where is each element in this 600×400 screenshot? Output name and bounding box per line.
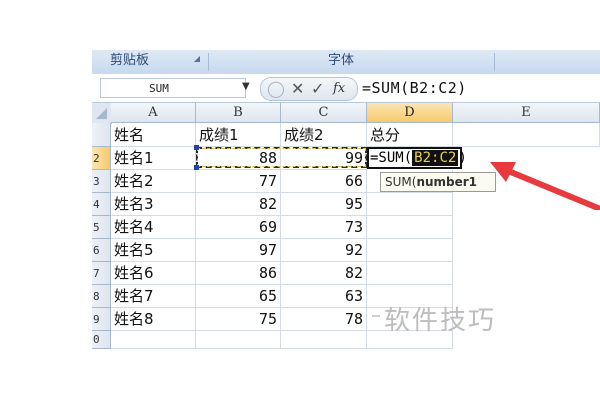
empty-cell[interactable] bbox=[281, 331, 367, 349]
active-cell-d2[interactable]: =SUM(B2:C2) bbox=[367, 147, 467, 169]
empty-cell[interactable] bbox=[111, 331, 196, 349]
score2-cell[interactable]: 73 bbox=[281, 216, 367, 239]
name-cell[interactable]: 姓名4 bbox=[111, 216, 196, 239]
ribbon-separator bbox=[494, 53, 495, 71]
name-cell[interactable]: 姓名3 bbox=[111, 193, 196, 216]
name-cell[interactable]: 姓名2 bbox=[111, 170, 196, 193]
formula-range-reference: B2:C2 bbox=[412, 150, 459, 166]
name-cell[interactable]: 姓名5 bbox=[111, 239, 196, 262]
cell-c1[interactable]: 成绩2 bbox=[281, 123, 367, 147]
total-cell[interactable] bbox=[367, 262, 453, 285]
reference-range-highlight bbox=[196, 147, 367, 168]
score2-cell[interactable]: 95 bbox=[281, 193, 367, 216]
score1-cell[interactable]: 65 bbox=[196, 285, 281, 308]
cell-d1[interactable]: 总分 bbox=[367, 123, 453, 147]
annotation-arrow-icon bbox=[490, 162, 600, 210]
score1-cell[interactable]: 69 bbox=[196, 216, 281, 239]
row-header[interactable] bbox=[92, 123, 111, 147]
ribbon-group-font[interactable]: 字体 bbox=[328, 50, 354, 74]
enter-check-icon[interactable]: ✓ bbox=[311, 78, 324, 100]
watermark-dash bbox=[372, 315, 380, 317]
cancel-icon[interactable]: ✕ bbox=[291, 78, 304, 100]
total-cell[interactable] bbox=[367, 216, 453, 239]
row-header[interactable]: 6 bbox=[92, 239, 111, 262]
chevron-down-icon[interactable]: ▼ bbox=[242, 81, 250, 92]
row-header[interactable]: 7 bbox=[92, 262, 111, 285]
name-cell[interactable]: 姓名8 bbox=[111, 308, 196, 331]
row-header[interactable]: 2 bbox=[92, 147, 111, 170]
row-header[interactable]: 0 bbox=[92, 331, 111, 349]
row-header[interactable]: 4 bbox=[92, 193, 111, 216]
ribbon-group-strip: 剪贴板 ◢ 字体 bbox=[92, 50, 600, 75]
score1-cell[interactable]: 77 bbox=[196, 170, 281, 193]
ribbon-separator bbox=[208, 53, 209, 71]
circle-icon: ◯ bbox=[267, 79, 285, 98]
name-cell[interactable]: 姓名7 bbox=[111, 285, 196, 308]
formula-buttons: ◯ ✕ ✓ fx bbox=[260, 77, 358, 101]
score1-cell[interactable]: 75 bbox=[196, 308, 281, 331]
total-cell[interactable] bbox=[367, 193, 453, 216]
range-handle[interactable] bbox=[194, 165, 199, 170]
range-handle[interactable] bbox=[194, 145, 199, 150]
insert-function-icon[interactable]: fx bbox=[333, 78, 345, 100]
row-header[interactable]: 8 bbox=[92, 285, 111, 308]
ribbon-group-clipboard[interactable]: 剪贴板 bbox=[110, 50, 149, 74]
score2-cell[interactable]: 63 bbox=[281, 285, 367, 308]
row-header[interactable]: 5 bbox=[92, 216, 111, 239]
score1-cell[interactable]: 97 bbox=[196, 239, 281, 262]
cell-e1[interactable] bbox=[453, 123, 600, 147]
score2-cell[interactable]: 82 bbox=[281, 262, 367, 285]
column-header-a[interactable]: A bbox=[111, 103, 196, 123]
name-cell[interactable]: 姓名6 bbox=[111, 262, 196, 285]
formula-suffix: ) bbox=[458, 150, 467, 166]
column-header-e[interactable]: E bbox=[453, 103, 600, 123]
dialog-launcher-icon[interactable]: ◢ bbox=[192, 54, 202, 64]
formula-input[interactable]: =SUM(B2:C2) bbox=[362, 79, 467, 97]
name-box[interactable]: SUM bbox=[100, 78, 246, 98]
tooltip-function: SUM( bbox=[385, 175, 417, 189]
formula-prefix: =SUM( bbox=[370, 150, 413, 166]
column-header-d[interactable]: D bbox=[367, 103, 453, 123]
formula-bar: SUM ▼ ◯ ✕ ✓ fx =SUM(B2:C2) bbox=[92, 74, 600, 103]
cell-b1[interactable]: 成绩1 bbox=[196, 123, 281, 147]
score2-cell[interactable]: 78 bbox=[281, 308, 367, 331]
watermark-text: 软件技巧 bbox=[384, 306, 497, 336]
empty-cell[interactable] bbox=[196, 331, 281, 349]
select-all-triangle-icon bbox=[96, 108, 107, 119]
column-header-c[interactable]: C bbox=[281, 103, 367, 123]
total-cell[interactable] bbox=[367, 239, 453, 262]
tooltip-argument[interactable]: number1 bbox=[416, 175, 477, 189]
score1-cell[interactable]: 82 bbox=[196, 193, 281, 216]
cell-a1[interactable]: 姓名 bbox=[111, 123, 196, 147]
score1-cell[interactable]: 86 bbox=[196, 262, 281, 285]
row-header[interactable]: 3 bbox=[92, 170, 111, 193]
name-cell[interactable]: 姓名1 bbox=[111, 147, 196, 170]
score2-cell[interactable]: 92 bbox=[281, 239, 367, 262]
score2-cell[interactable]: 66 bbox=[281, 170, 367, 193]
row-header[interactable]: 9 bbox=[92, 308, 111, 331]
column-header-b[interactable]: B bbox=[196, 103, 281, 123]
